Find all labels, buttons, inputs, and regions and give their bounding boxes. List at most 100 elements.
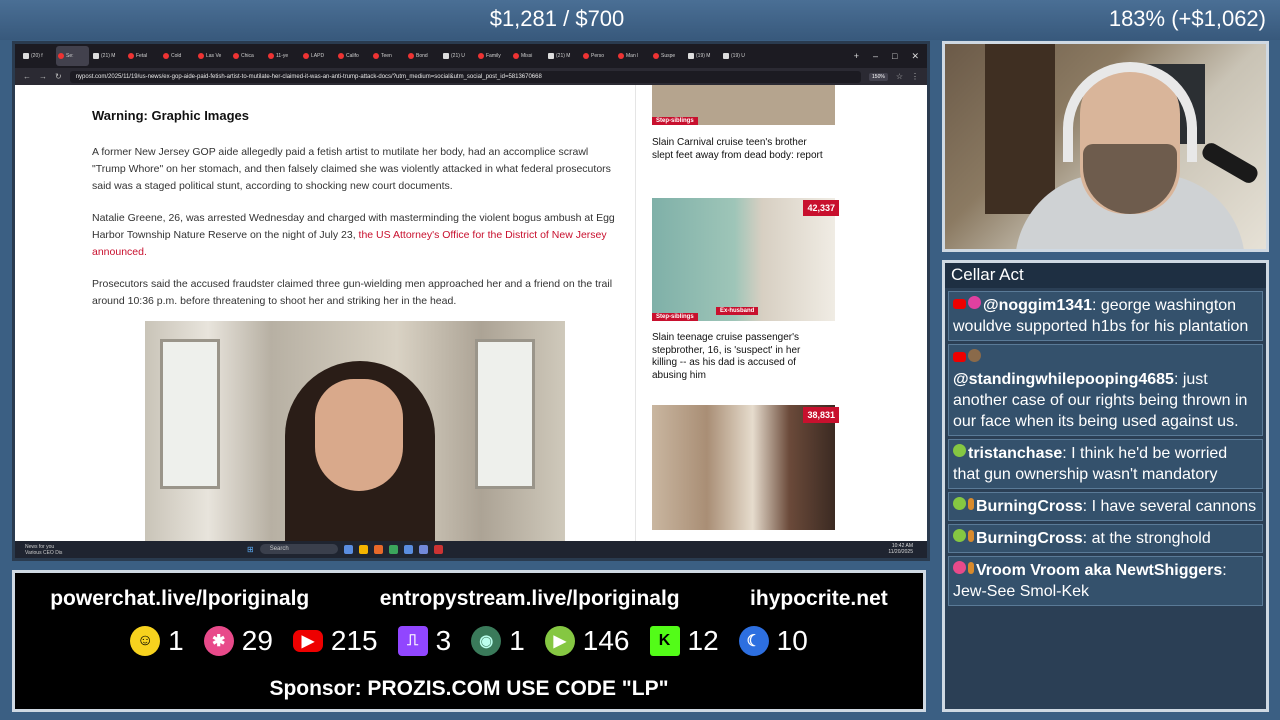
comment-count: 38,831 [803, 407, 839, 423]
app-icon[interactable] [343, 544, 353, 554]
site-icon [198, 53, 204, 59]
ihypocrite-link: ihypocrite.net [750, 587, 888, 610]
browser-tab[interactable]: Chica [231, 46, 264, 66]
browser-tab[interactable]: LAPD [301, 46, 334, 66]
article-paragraph: Prosecutors said the accused fraudster c… [92, 278, 613, 307]
x-icon [688, 53, 694, 59]
browser-tab[interactable]: (21) M [91, 46, 124, 66]
browser-tab[interactable]: (21) M [546, 46, 579, 66]
site-icon [128, 53, 134, 59]
background-door [985, 44, 1055, 214]
warning-heading: Warning: Graphic Images [92, 108, 249, 123]
obs-icon[interactable] [433, 544, 443, 554]
maximize-icon[interactable]: □ [892, 51, 897, 62]
nav-bar: ← → ↻ nypost.com/2025/11/19/us-news/ex-g… [15, 68, 927, 85]
site-icon [233, 53, 239, 59]
moon-icon: ☾ [738, 626, 769, 656]
folder-icon[interactable] [358, 544, 368, 554]
browser-tab[interactable]: Las Ve [196, 46, 229, 66]
close-icon[interactable]: ✕ [911, 51, 919, 62]
discord-icon[interactable] [418, 544, 428, 554]
youtube-icon: ▶ [292, 630, 323, 652]
chrome-icon[interactable] [388, 544, 398, 554]
browser-tab[interactable]: Cold [161, 46, 194, 66]
microphone-icon [1199, 140, 1261, 186]
related-rail: Step-siblings Slain Carnival cruise teen… [635, 85, 850, 546]
donation-goal: $1,281 / $700 [489, 6, 625, 31]
youtube-icon [953, 352, 966, 362]
related-caption-1[interactable]: Slain Carnival cruise teen's brother sle… [652, 137, 827, 162]
related-thumb-1[interactable]: Step-siblings [652, 85, 835, 125]
chat-message: @standingwhilepooping4685: just another … [948, 344, 1263, 436]
web-page: Warning: Graphic Images A former New Jer… [15, 85, 927, 546]
photo-face [315, 379, 403, 491]
browser-tab[interactable]: Teen [371, 46, 404, 66]
news-widget[interactable]: News for you Various CEO Dis [25, 544, 62, 556]
platform-count: ☾ 10 [738, 625, 808, 657]
browser-tab-active[interactable]: Se: [56, 46, 89, 66]
related-thumb-2[interactable]: 42,337 Step-siblings Ex-husband [652, 198, 839, 321]
article-paragraph: A former New Jersey GOP aide allegedly p… [92, 146, 611, 192]
browser-tab[interactable]: (19) M [686, 46, 719, 66]
rumble-icon [953, 529, 966, 542]
site-icon [618, 53, 624, 59]
site-icon [513, 53, 519, 59]
platform-count: K 12 [649, 625, 719, 657]
url-bar[interactable]: nypost.com/2025/11/19/us-news/ex-gop-aid… [69, 70, 862, 83]
browser-tab[interactable]: Califo [336, 46, 369, 66]
stream-info-panel: powerchat.live/lporiginalg entropystream… [12, 570, 926, 712]
platform-count: ⎍ 3 [397, 625, 451, 657]
chat-message: Vroom Vroom aka NewtShiggers: Jew-See Sm… [948, 556, 1263, 606]
reload-icon[interactable]: ↻ [55, 72, 62, 81]
minimize-icon[interactable]: – [873, 51, 878, 62]
x-icon [548, 53, 554, 59]
browser-tab[interactable]: Missi [511, 46, 544, 66]
article-paragraph: Natalie Greene, 26, was arrested Wednesd… [92, 212, 615, 258]
kick-face-icon: ☺ [130, 626, 161, 656]
user-avatar-icon [968, 349, 981, 362]
site-icon [583, 53, 589, 59]
browser-tab[interactable]: (19) U [721, 46, 754, 66]
firefox-icon[interactable] [373, 544, 383, 554]
chat-message: BurningCross: at the stronghold [948, 524, 1263, 553]
odysee-icon: ◉ [471, 626, 502, 656]
rumble-icon: ▶ [544, 626, 575, 656]
bookmark-star-icon[interactable]: ☆ [896, 72, 903, 81]
browser-tab[interactable]: 11-ye [266, 46, 299, 66]
entropy-icon [953, 561, 966, 574]
entropy-icon: ✱ [203, 626, 234, 656]
related-caption-2[interactable]: Slain teenage cruise passenger's stepbro… [652, 332, 827, 382]
new-tab-icon[interactable]: + [854, 51, 859, 62]
site-icon [163, 53, 169, 59]
site-icon [653, 53, 659, 59]
chat-title: Cellar Act [945, 263, 1266, 288]
browser-tab[interactable]: Fetal [126, 46, 159, 66]
browser-tab[interactable]: Perso [581, 46, 614, 66]
app-icon[interactable] [403, 544, 413, 554]
browser-tab[interactable]: Family [476, 46, 509, 66]
window-controls: + – □ ✕ [854, 51, 927, 62]
related-thumb-3[interactable]: 38,831 [652, 405, 839, 530]
back-icon[interactable]: ← [23, 72, 31, 81]
article-body: Warning: Graphic Images A former New Jer… [92, 85, 622, 325]
forward-icon[interactable]: → [39, 72, 47, 81]
comment-count: 42,337 [803, 200, 839, 216]
site-icon [478, 53, 484, 59]
browser-tab[interactable]: (20) f [21, 46, 54, 66]
platform-count: ◉ 1 [471, 625, 525, 657]
browser-tab[interactable]: Suspe [651, 46, 684, 66]
entropystream-link: entropystream.live/lporiginalg [379, 587, 680, 610]
browser-tab[interactable]: Man l [616, 46, 649, 66]
browser-tab[interactable]: Bond [406, 46, 439, 66]
windows-start-icon[interactable]: ⊞ [247, 545, 254, 554]
extensions-icon[interactable]: ⋮ [911, 72, 919, 81]
window-decor [475, 339, 535, 489]
zoom-badge[interactable]: 150% [869, 72, 888, 81]
platform-count: ☺ 1 [130, 625, 184, 657]
cross-icon [968, 498, 974, 510]
stream-links: powerchat.live/lporiginalg entropystream… [15, 587, 923, 611]
taskbar-search[interactable]: Search [259, 544, 338, 554]
youtube-icon [953, 299, 966, 309]
browser-tab[interactable]: (21) U [441, 46, 474, 66]
webcam-feed [942, 41, 1269, 252]
